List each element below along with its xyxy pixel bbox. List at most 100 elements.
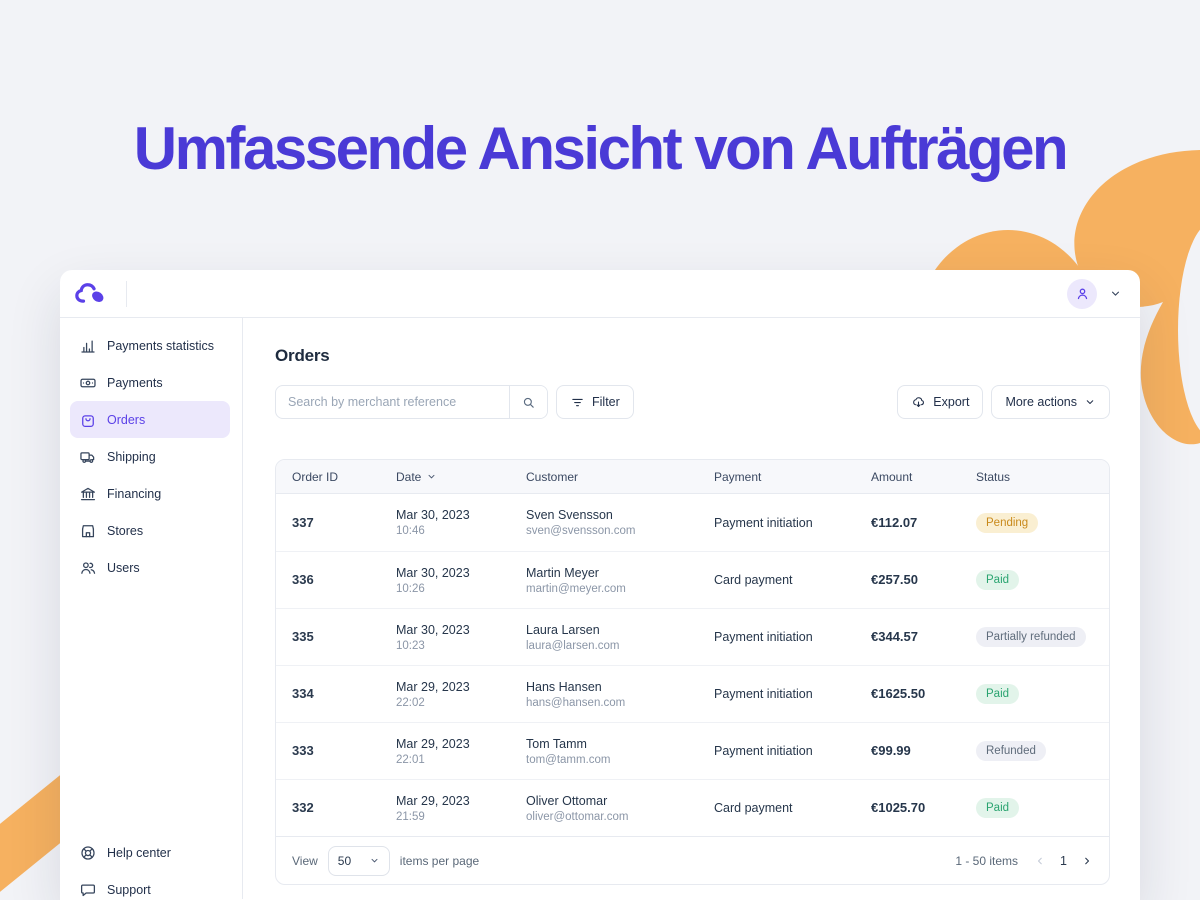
cell-amount: €1625.50 [871, 685, 976, 703]
page-size-select[interactable]: 50 [328, 846, 390, 876]
cell-customer: Oliver Ottomaroliver@ottomar.com [526, 794, 714, 823]
chevron-down-icon[interactable] [1109, 287, 1122, 300]
cell-payment: Card payment [714, 801, 871, 815]
sidebar-item-label: Stores [107, 524, 143, 538]
app-window: Payments statisticsPayments Orders Shippin… [60, 270, 1140, 900]
topbar-divider [126, 281, 127, 307]
cell-payment: Payment initiation [714, 744, 871, 758]
cell-amount: €1025.70 [871, 799, 976, 817]
export-icon [911, 395, 926, 410]
cell-customer: Laura Larsenlaura@larsen.com [526, 623, 714, 652]
column-label: Payment [714, 470, 761, 484]
more-actions-label: More actions [1005, 395, 1077, 409]
chevron-right-icon [1081, 855, 1093, 867]
sidebar-item-support[interactable]: Support [70, 871, 230, 900]
items-per-page-label: items per page [400, 854, 479, 868]
current-page[interactable]: 1 [1060, 854, 1067, 868]
column-header-customer: Customer [526, 470, 714, 484]
topbar [60, 270, 1140, 318]
cell-order-id: 332 [292, 799, 396, 817]
cell-payment: Card payment [714, 573, 871, 587]
more-actions-button[interactable]: More actions [991, 385, 1110, 419]
store-icon [79, 522, 97, 540]
prev-page-button[interactable] [1034, 855, 1046, 867]
status-badge: Refunded [976, 741, 1046, 761]
table-header: Order IDDateCustomerPaymentAmountStatus [276, 460, 1109, 494]
cloud-logo[interactable] [74, 280, 112, 307]
sidebar-item-label: Support [107, 883, 151, 897]
cell-customer: Sven Svenssonsven@svensson.com [526, 508, 714, 537]
export-label: Export [933, 395, 969, 409]
cell-status: Partially refunded [976, 627, 1093, 647]
shopping-bag-icon [79, 411, 97, 429]
orders-heading: Orders [275, 346, 1110, 366]
sort-chevron-down-icon [426, 471, 437, 482]
sidebar-item-financing[interactable]: Financing [70, 475, 230, 512]
search-button[interactable] [509, 386, 547, 418]
chevron-down-icon [1084, 396, 1096, 408]
table-row[interactable]: 336Mar 30, 202310:26Martin Meyermartin@m… [276, 551, 1109, 608]
status-badge: Paid [976, 570, 1019, 590]
cell-date: Mar 29, 202322:02 [396, 680, 526, 709]
sidebar-item-payments[interactable]: Payments [70, 364, 230, 401]
sidebar-item-stores[interactable]: Stores [70, 512, 230, 549]
column-label: Date [396, 470, 421, 484]
sidebar-item-label: Shipping [107, 450, 156, 464]
user-avatar[interactable] [1067, 279, 1097, 309]
cell-status: Pending [976, 513, 1093, 533]
column-label: Amount [871, 470, 912, 484]
cell-payment: Payment initiation [714, 687, 871, 701]
cell-order-id: 334 [292, 685, 396, 703]
cell-date: Mar 30, 202310:46 [396, 508, 526, 537]
filter-icon [570, 395, 585, 410]
table-row[interactable]: 332Mar 29, 202321:59Oliver Ottomaroliver… [276, 779, 1109, 836]
pagination: 1 [1034, 854, 1093, 868]
status-badge: Pending [976, 513, 1038, 533]
column-label: Status [976, 470, 1010, 484]
filter-button[interactable]: Filter [556, 385, 634, 419]
column-label: Customer [526, 470, 578, 484]
cell-payment: Payment initiation [714, 516, 871, 530]
cell-status: Paid [976, 684, 1093, 704]
export-button[interactable]: Export [897, 385, 983, 419]
orders-table: Order IDDateCustomerPaymentAmountStatus … [275, 459, 1110, 885]
sidebar-item-payments-statistics[interactable]: Payments statistics [70, 327, 230, 364]
cell-date: Mar 30, 202310:26 [396, 566, 526, 595]
table-row[interactable]: 334Mar 29, 202322:02Hans Hansenhans@hans… [276, 665, 1109, 722]
cell-order-id: 335 [292, 628, 396, 646]
column-header-payment: Payment [714, 470, 871, 484]
cell-amount: €257.50 [871, 571, 976, 589]
status-badge: Paid [976, 684, 1019, 704]
table-row[interactable]: 333Mar 29, 202322:01Tom Tammtom@tamm.com… [276, 722, 1109, 779]
cell-amount: €112.07 [871, 514, 976, 532]
search-input[interactable] [276, 386, 509, 418]
next-page-button[interactable] [1081, 855, 1093, 867]
sidebar-item-users[interactable]: Users [70, 549, 230, 586]
sidebar-item-shipping[interactable]: Shipping [70, 438, 230, 475]
cell-status: Paid [976, 570, 1093, 590]
cell-date: Mar 29, 202322:01 [396, 737, 526, 766]
sidebar: Payments statisticsPayments Orders Shippin… [60, 318, 243, 899]
table-footer: View 50 items per page 1 - 50 items 1 [276, 836, 1109, 884]
page-size-value: 50 [338, 854, 351, 868]
table-row[interactable]: 335Mar 30, 202310:23Laura Larsenlaura@la… [276, 608, 1109, 665]
cell-payment: Payment initiation [714, 630, 871, 644]
users-icon [79, 559, 97, 577]
banknote-icon [79, 374, 97, 392]
bank-icon [79, 485, 97, 503]
chevron-down-icon [369, 855, 380, 866]
sidebar-item-orders[interactable]: Orders [70, 401, 230, 438]
search-group [275, 385, 548, 419]
sidebar-item-label: Orders [107, 413, 145, 427]
sidebar-item-help-center[interactable]: Help center [70, 834, 230, 871]
column-header-date[interactable]: Date [396, 470, 526, 484]
chat-icon [79, 881, 97, 899]
table-row[interactable]: 337Mar 30, 202310:46Sven Svenssonsven@sv… [276, 494, 1109, 551]
items-range-label: 1 - 50 items [955, 854, 1018, 868]
cell-order-id: 337 [292, 514, 396, 532]
cell-status: Paid [976, 798, 1093, 818]
page-title: Umfassende Ansicht von Aufträgen [0, 114, 1200, 183]
cell-amount: €99.99 [871, 742, 976, 760]
column-header-status: Status [976, 470, 1093, 484]
toolbar: Filter Export More actions [275, 385, 1110, 419]
